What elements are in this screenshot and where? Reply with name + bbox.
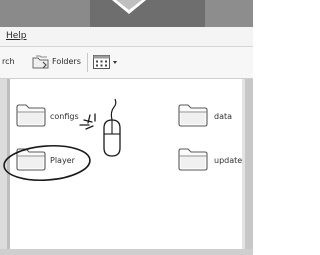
folder-label-player[interactable]: Player	[50, 156, 75, 165]
scrollbar-track[interactable]	[245, 79, 253, 255]
menu-bar: Help	[0, 27, 253, 47]
title-bar-segment	[0, 0, 90, 27]
folders-icon	[32, 55, 49, 69]
folder-icon	[178, 104, 208, 127]
folder-label-configs[interactable]: configs	[50, 112, 79, 121]
views-button[interactable]	[92, 54, 120, 70]
folder-icon	[16, 104, 46, 127]
folder-item-player[interactable]	[14, 145, 48, 173]
title-bar-segment	[90, 0, 205, 27]
bottom-border	[0, 249, 253, 255]
menu-help[interactable]: Help	[6, 31, 27, 41]
title-bar-segment	[205, 0, 253, 27]
left-border-inner	[7, 79, 10, 255]
search-button-label[interactable]: rch	[2, 57, 15, 66]
folder-label-data[interactable]: data	[214, 112, 232, 121]
folder-icon	[178, 148, 208, 171]
folder-item-configs[interactable]	[14, 101, 48, 129]
folder-item-data[interactable]	[176, 101, 210, 129]
callout-pointer-inner	[116, 0, 142, 10]
folder-label-update[interactable]: update	[214, 156, 242, 165]
explorer-window: Help rch Folders configs data Player upd…	[0, 0, 253, 255]
folders-button-label[interactable]: Folders	[52, 57, 81, 66]
folder-icon	[16, 148, 46, 171]
left-border	[0, 79, 7, 255]
toolbar: rch Folders	[0, 47, 253, 79]
view-grid-icon	[93, 55, 117, 69]
folder-item-update[interactable]	[176, 145, 210, 173]
toolbar-separator	[87, 53, 88, 72]
